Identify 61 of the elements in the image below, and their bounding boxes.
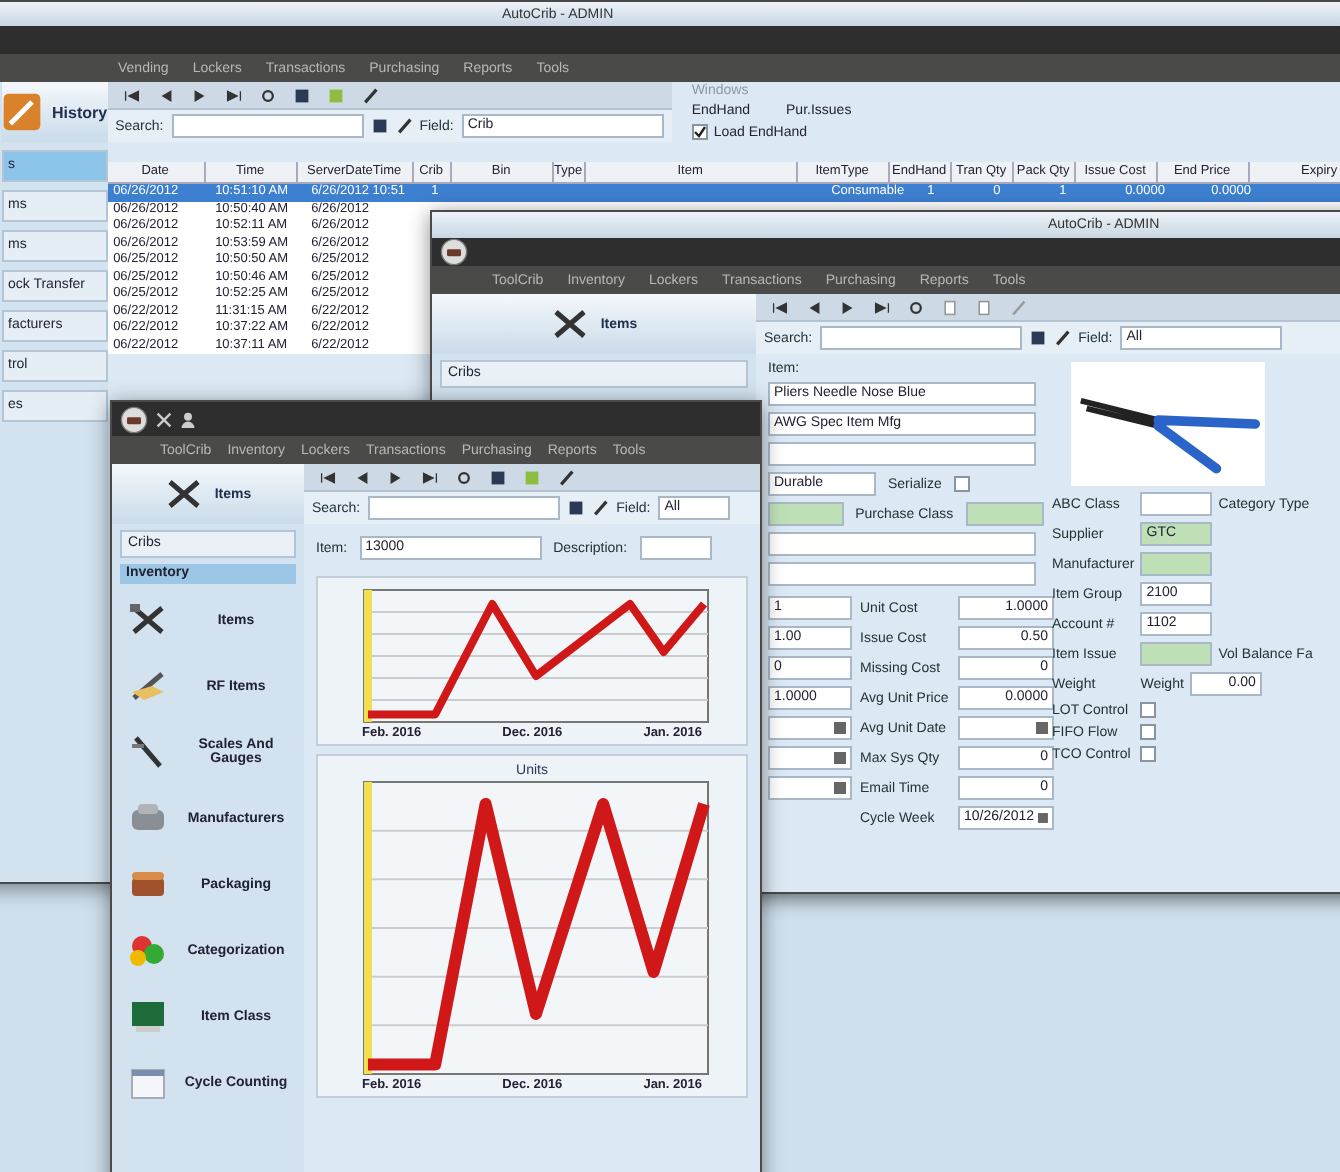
checkbox[interactable]: [953, 476, 970, 492]
brush-icon[interactable]: [558, 469, 574, 485]
first-icon[interactable]: [320, 469, 336, 485]
text-field[interactable]: [768, 562, 1036, 586]
checkbox[interactable]: [691, 124, 708, 140]
caliper-icon: [128, 734, 168, 770]
tools-icon: [164, 474, 205, 514]
save-icon[interactable]: [293, 87, 310, 103]
save-icon[interactable]: [490, 469, 506, 485]
module-title: History: [52, 103, 108, 121]
previous-icon[interactable]: [806, 299, 822, 315]
checkbox[interactable]: [1140, 724, 1157, 740]
pencil-icon: [2, 92, 42, 132]
refresh-icon[interactable]: [259, 87, 276, 103]
checkbox[interactable]: [1140, 746, 1157, 762]
first-icon[interactable]: [123, 87, 140, 103]
tools-icon: [128, 602, 168, 638]
previous-icon[interactable]: [157, 87, 174, 103]
document-icon[interactable]: [942, 299, 958, 315]
brush-icon[interactable]: [1054, 330, 1071, 346]
last-icon[interactable]: [225, 87, 242, 103]
refresh-icon[interactable]: [456, 469, 472, 485]
next-icon[interactable]: [388, 469, 404, 485]
save-icon[interactable]: [371, 118, 388, 134]
number-field[interactable]: [958, 716, 1054, 740]
tools-icon[interactable]: [156, 411, 172, 427]
description-field[interactable]: [639, 536, 712, 560]
last-icon[interactable]: [422, 469, 438, 485]
search-field[interactable]: [368, 496, 561, 520]
box-icon: [128, 866, 168, 902]
previous-icon[interactable]: [354, 469, 370, 485]
save-icon[interactable]: [568, 500, 585, 516]
last-icon[interactable]: [874, 299, 890, 315]
save-icon[interactable]: [1030, 330, 1047, 346]
building-icon: [128, 800, 168, 836]
shapes-icon: [128, 932, 168, 968]
logo-icon: [120, 405, 148, 433]
document-icon[interactable]: [976, 299, 992, 315]
brush-icon[interactable]: [592, 500, 609, 516]
logo-icon: [440, 238, 468, 266]
text-field[interactable]: [965, 502, 1044, 526]
text-field[interactable]: [1140, 642, 1213, 666]
user-icon[interactable]: [180, 411, 196, 427]
text-field[interactable]: [1140, 552, 1213, 576]
tools-icon: [550, 304, 591, 344]
number-field[interactable]: [768, 776, 852, 800]
text-field[interactable]: [768, 442, 1036, 466]
first-icon[interactable]: [772, 299, 788, 315]
checkbox[interactable]: [1140, 702, 1157, 718]
board-icon: [128, 998, 168, 1034]
text-field[interactable]: [768, 502, 844, 526]
refresh-icon[interactable]: [908, 299, 924, 315]
text-field[interactable]: [768, 532, 1036, 556]
search-field[interactable]: [171, 114, 364, 138]
text-field[interactable]: [1140, 492, 1213, 516]
next-icon[interactable]: [840, 299, 856, 315]
search-field[interactable]: [820, 326, 1023, 350]
number-field[interactable]: [768, 716, 852, 740]
tools-icon: [128, 668, 168, 704]
number-field[interactable]: [768, 746, 852, 770]
next-icon[interactable]: [191, 87, 208, 103]
